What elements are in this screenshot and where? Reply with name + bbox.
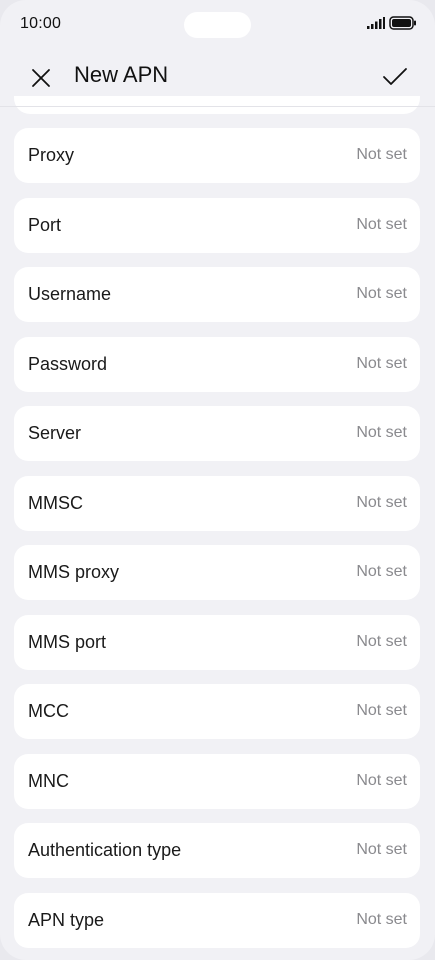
status-icons	[367, 16, 417, 30]
item-value: Not set	[356, 910, 407, 928]
page-title: New APN	[74, 62, 169, 87]
close-button[interactable]	[26, 63, 56, 93]
item-label: APN type	[28, 909, 105, 930]
item-label: Username	[28, 284, 112, 304]
list-item-authentication-type[interactable]: Authentication type Not set	[14, 823, 420, 878]
item-value: Not set	[356, 146, 407, 163]
item-value: Not set	[356, 493, 407, 511]
list-item-username[interactable]: Username Not set	[14, 267, 420, 322]
camera-cutout	[184, 12, 251, 38]
item-label: Password	[28, 353, 108, 374]
list-item-mcc[interactable]: MCC Not set	[14, 684, 420, 739]
list-item-port[interactable]: Port Not set	[14, 197, 420, 253]
item-value: Not set	[356, 563, 407, 580]
list-item-mms-port[interactable]: MMS port Not set	[14, 614, 420, 670]
confirm-button[interactable]	[379, 62, 411, 92]
item-value: Not set	[356, 841, 407, 858]
item-label: MMS port	[28, 631, 107, 652]
top-app-bar: New APN	[0, 50, 435, 104]
list-item-apn-type[interactable]: APN type Not set	[14, 892, 420, 948]
status-bar: 10:00	[0, 0, 435, 50]
header-divider	[0, 106, 435, 107]
list-item-mnc[interactable]: MNC Not set	[14, 753, 420, 809]
item-value: Not set	[356, 285, 407, 302]
list-item-mmsc[interactable]: MMSC Not set	[14, 475, 420, 531]
item-label: MNC	[28, 770, 69, 791]
phone-screen: 10:00 New APN Proxy Not set Port Not set…	[0, 0, 435, 960]
list-item-server[interactable]: Server Not set	[14, 406, 420, 461]
list-item-password[interactable]: Password Not set	[14, 336, 420, 392]
item-label: Proxy	[28, 145, 75, 165]
list-item-proxy[interactable]: Proxy Not set	[14, 128, 420, 183]
item-value: Not set	[356, 702, 407, 719]
item-label: MMS proxy	[28, 562, 120, 582]
apn-settings-list: Proxy Not set Port Not set Username Not …	[14, 128, 420, 960]
item-value: Not set	[356, 632, 407, 650]
signal-icon	[367, 17, 385, 29]
item-label: Server	[28, 423, 82, 443]
status-time: 10:00	[20, 15, 62, 32]
item-label: Port	[28, 214, 62, 235]
list-item-mms-proxy[interactable]: MMS proxy Not set	[14, 545, 420, 600]
item-value: Not set	[356, 424, 407, 441]
item-label: MMSC	[28, 492, 83, 513]
item-value: Not set	[356, 771, 407, 789]
item-label: Authentication type	[28, 840, 182, 860]
close-icon	[32, 69, 50, 87]
item-label: MCC	[28, 701, 69, 721]
item-value: Not set	[356, 354, 407, 372]
battery-icon	[389, 16, 416, 30]
item-value: Not set	[356, 215, 407, 233]
checkmark-icon	[383, 68, 407, 85]
